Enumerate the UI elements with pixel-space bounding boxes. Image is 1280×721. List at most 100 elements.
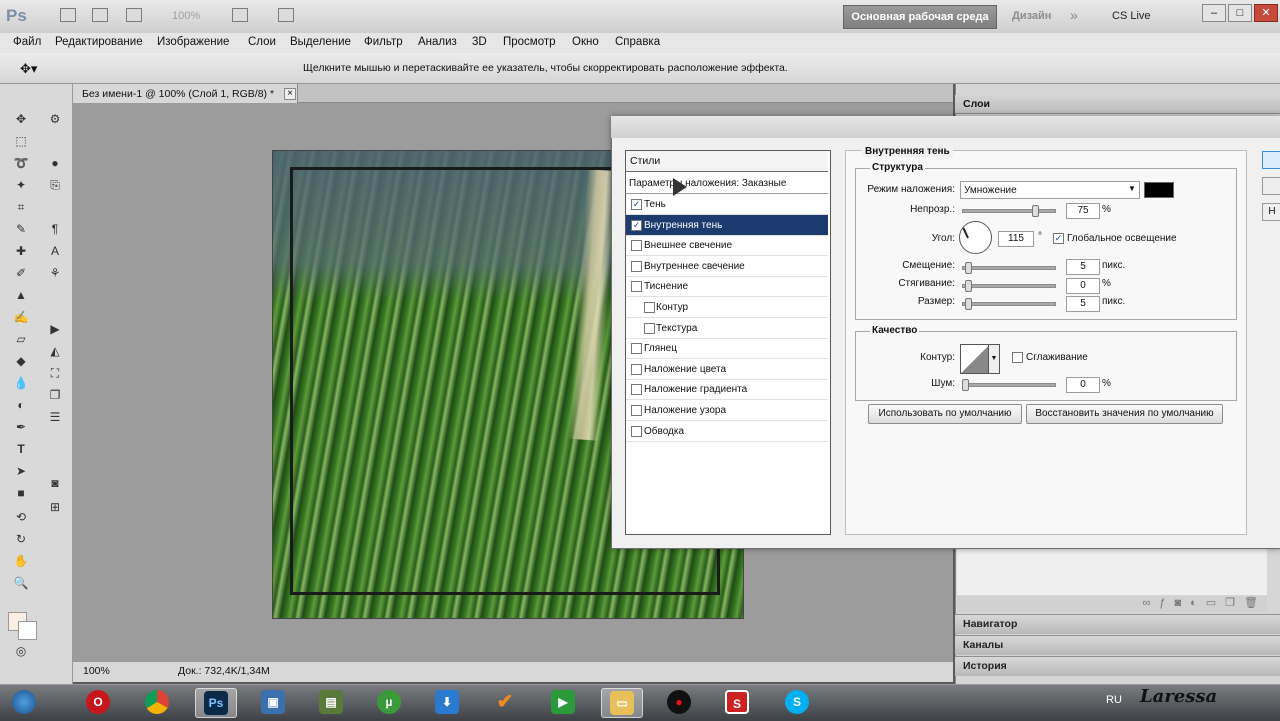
taskbar-app-12[interactable]: S [717,688,757,716]
style-checkbox[interactable] [631,425,642,437]
cs-live-button[interactable]: CS Live [1112,10,1151,22]
layers-panel-header[interactable] [955,95,1280,114]
menu-edit[interactable]: Редактирование [55,36,143,48]
style-row[interactable]: ✓ Внутренняя тень [626,214,828,236]
choke-slider[interactable] [962,284,1056,288]
taskbar-chrome[interactable] [137,688,177,716]
mini-bridge-icon[interactable] [92,8,108,22]
contour-chevron-down-icon[interactable]: ▼ [988,344,1000,374]
style-checkbox[interactable] [631,260,642,272]
workspace-design-button[interactable]: Дизайн [1012,10,1051,22]
history-panel-tab[interactable]: История [955,656,1280,676]
contour-preview[interactable] [960,344,990,374]
eraser-icon[interactable]: ▱ [12,330,30,348]
style-checkbox[interactable] [631,405,642,416]
masks-icon[interactable]: ◙ [46,474,64,492]
style-checkbox[interactable] [631,343,642,355]
menu-window[interactable]: Окно [572,36,599,48]
maximize-button[interactable]: □ [1228,4,1252,22]
character-icon[interactable]: A [46,242,64,260]
move-icon[interactable]: ✥▾ [20,61,37,77]
arrange-documents-icon[interactable] [232,8,248,22]
menu-filter[interactable]: Фильтр [364,36,403,48]
screen-mode-icon[interactable] [278,8,294,22]
mini-bridge-panel-icon[interactable]: ⚙ [46,110,64,128]
taskbar-player[interactable]: ▶ [543,688,583,716]
taskbar-app-5[interactable]: ▤ [311,688,351,716]
crop-tool-icon[interactable]: ⌗ [12,198,30,216]
navigator-panel-tab[interactable]: Навигатор [955,614,1280,634]
workspace-more-icon[interactable]: » [1070,7,1078,23]
layers-panel-title[interactable]: Слои [963,98,990,110]
chevron-down-icon[interactable]: ▼ [1128,184,1136,193]
style-row[interactable]: Контур [626,297,828,318]
style-row[interactable]: Глянец [626,338,828,360]
transform-icon[interactable]: ⛶ [46,364,64,382]
layers-list[interactable] [957,545,1267,595]
brush-panel-icon[interactable]: ● [46,154,64,172]
quick-mask-icon[interactable]: ◎ [12,642,30,660]
status-document-size[interactable]: Док.: 732,4K/1,34M [178,665,270,677]
path-selection-icon[interactable]: ➤ [12,462,30,480]
style-row[interactable]: Наложение цвета [626,359,828,380]
style-checkbox[interactable] [644,322,655,334]
opacity-slider-thumb[interactable] [1032,205,1039,217]
brush-tool-icon[interactable]: ✐ [12,264,30,282]
style-checkbox[interactable] [631,240,642,252]
adjustments-icon[interactable]: ◭ [46,342,64,360]
move-tool-icon[interactable]: ✥ [12,110,30,128]
antialias-checkbox[interactable] [1012,352,1023,363]
angle-field[interactable]: 115 [998,231,1034,247]
style-row[interactable]: Наложение узора [626,400,828,421]
eyedropper-icon[interactable]: ✎ [12,220,30,238]
clone-stamp-icon[interactable]: ▲ [12,286,30,304]
style-checkbox[interactable] [644,302,655,313]
ok-button[interactable] [1262,151,1280,169]
layers-footer-icons[interactable]: ∞ƒ◙◐▭❐🗑 [957,596,1267,612]
3d-orbit-icon[interactable]: ↻ [12,530,30,548]
style-row[interactable]: Обводка [626,421,828,442]
dialog-title-bar[interactable] [611,116,1280,138]
distance-field[interactable]: 5 [1066,259,1100,275]
style-checkbox[interactable] [631,384,642,396]
size-slider[interactable] [962,302,1056,306]
rectangle-tool-icon[interactable]: ■ [12,484,30,502]
noise-slider[interactable] [962,383,1056,387]
global-light-checkbox[interactable]: ✓ [1053,233,1064,244]
make-default-button[interactable]: Использовать по умолчанию [868,404,1022,424]
background-color-swatch[interactable] [18,621,37,640]
type-tool-icon[interactable]: T [12,440,30,458]
distance-slider[interactable] [962,266,1056,270]
taskbar-photoshop[interactable]: Ps [195,688,237,718]
workspace-essentials-button[interactable]: Основная рабочая среда [843,5,997,29]
style-row[interactable]: Тиснение [626,276,828,298]
menu-3d[interactable]: 3D [472,36,487,48]
style-row[interactable]: ✓ Тень [626,194,828,215]
paint-bucket-icon[interactable]: ◆ [12,352,30,370]
menu-file[interactable]: Файл [13,36,41,48]
minimize-button[interactable]: – [1202,4,1226,22]
size-field[interactable]: 5 [1066,296,1100,312]
clone-source-icon[interactable]: ⎘ [46,176,64,194]
style-row[interactable]: Внешнее свечение [626,235,828,257]
layer-comps-icon[interactable]: ❐ [46,386,64,404]
style-row[interactable]: Текстура [626,318,828,339]
taskbar-utorrent[interactable]: µ [369,688,409,716]
bridge-icon[interactable] [60,8,76,22]
menu-select[interactable]: Выделение [290,36,351,48]
choke-slider-thumb[interactable] [965,280,972,292]
zoom-tool-icon[interactable]: 🔍 [12,574,30,592]
dodge-tool-icon[interactable]: ◐ [12,396,30,414]
angle-dial[interactable] [959,221,992,254]
channels-panel-tab[interactable]: Каналы [955,635,1280,655]
style-checkbox[interactable]: ✓ [631,219,642,231]
history-brush-icon[interactable]: ✍ [12,308,30,326]
actions-icon[interactable]: ▶ [46,320,64,338]
magic-wand-icon[interactable]: ✦ [12,176,30,194]
noise-slider-thumb[interactable] [962,379,969,391]
pen-tool-icon[interactable]: ✒ [12,418,30,436]
blur-tool-icon[interactable]: 💧 [12,374,30,392]
status-zoom[interactable]: 100% [83,665,110,677]
3d-rotate-icon[interactable]: ⟲ [12,508,30,526]
distance-slider-thumb[interactable] [965,262,972,274]
